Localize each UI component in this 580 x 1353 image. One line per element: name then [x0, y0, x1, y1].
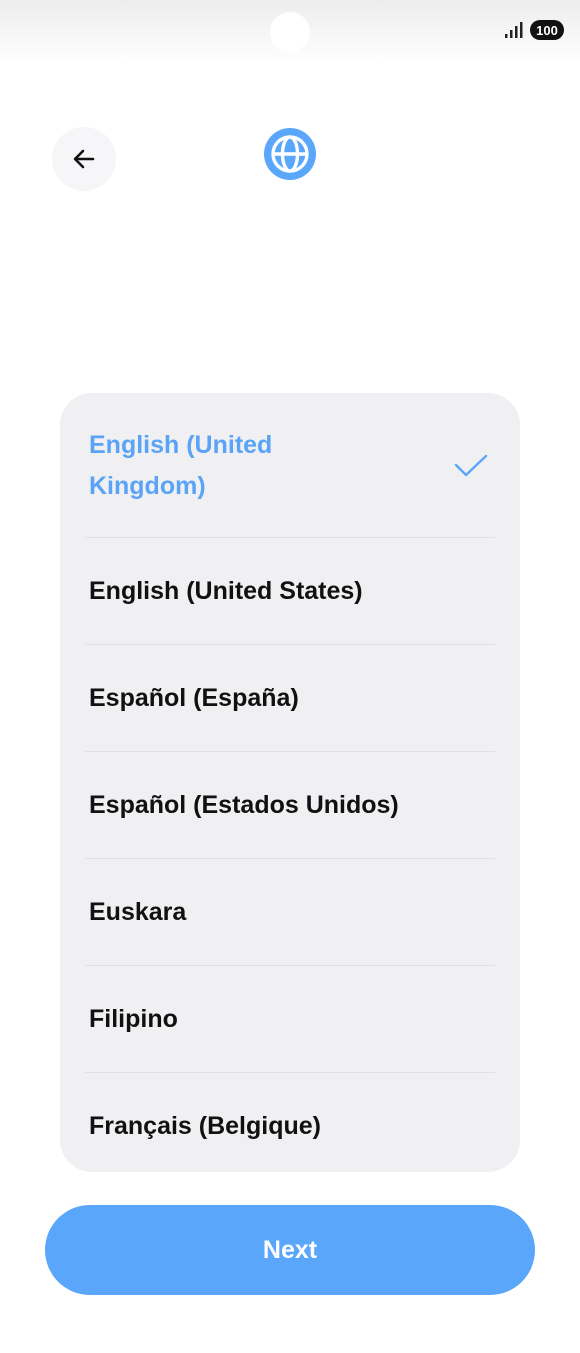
language-label: Español (España) — [89, 684, 299, 712]
language-select-screen: 100 English (United Kingdom) English (Un… — [0, 0, 580, 1353]
language-label: English (United Kingdom) — [89, 430, 273, 500]
language-label: Español (Estados Unidos) — [89, 791, 399, 819]
language-item-espanol-espana[interactable]: Español (España) — [85, 645, 495, 752]
checkmark-icon — [454, 454, 488, 476]
back-button[interactable] — [52, 127, 116, 191]
camera-cutout — [270, 12, 310, 52]
language-label: Français (Belgique) — [89, 1112, 321, 1140]
language-label: Filipino — [89, 1005, 178, 1033]
language-item-filipino[interactable]: Filipino — [85, 966, 495, 1073]
language-list: English (United Kingdom) English (United… — [60, 393, 520, 1172]
signal-bars-icon — [505, 22, 523, 38]
status-bar: 100 — [0, 0, 580, 64]
arrow-left-icon — [73, 149, 95, 169]
language-item-english-uk[interactable]: English (United Kingdom) — [85, 393, 495, 538]
language-label: Euskara — [89, 898, 187, 926]
globe-icon — [264, 128, 316, 180]
language-item-euskara[interactable]: Euskara — [85, 859, 495, 966]
language-item-francais-belgique[interactable]: Français (Belgique) — [85, 1073, 495, 1172]
language-item-espanol-estados-unidos[interactable]: Español (Estados Unidos) — [85, 752, 495, 859]
language-item-english-us[interactable]: English (United States) — [85, 538, 495, 645]
next-button[interactable]: Next — [45, 1205, 535, 1295]
language-label: English (United States) — [89, 577, 363, 605]
battery-level: 100 — [530, 20, 564, 40]
status-indicators: 100 — [504, 20, 564, 40]
